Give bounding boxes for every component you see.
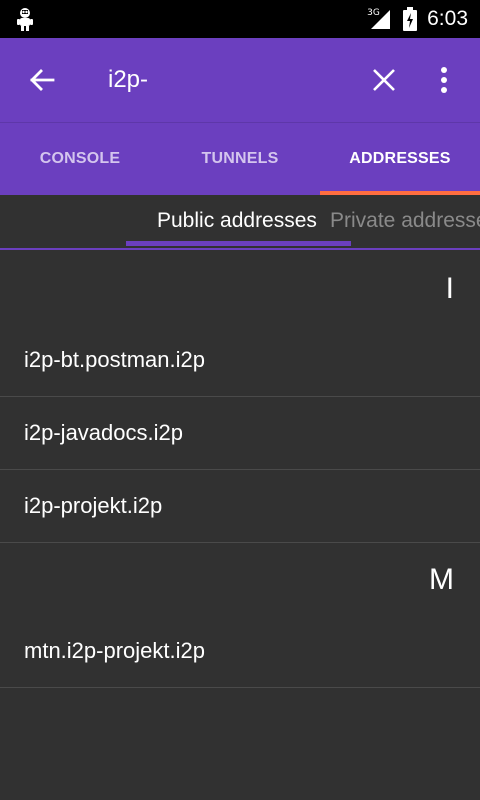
address-name: i2p-javadocs.i2p bbox=[24, 420, 183, 445]
battery-charging-icon bbox=[403, 7, 418, 31]
list-item[interactable]: i2p-projekt.i2p bbox=[0, 470, 480, 543]
clear-search-button[interactable] bbox=[356, 52, 412, 108]
tab-label: ADDRESSES bbox=[349, 150, 451, 167]
address-name: i2p-projekt.i2p bbox=[24, 493, 163, 518]
signal-indicator: 3G bbox=[365, 0, 395, 38]
status-bar: 3G 6:03 bbox=[0, 0, 480, 38]
address-name: i2p-bt.postman.i2p bbox=[24, 347, 205, 372]
address-name: mtn.i2p-projekt.i2p bbox=[24, 638, 205, 663]
section-letter: M bbox=[429, 563, 454, 596]
section-header: I bbox=[0, 252, 480, 324]
search-toolbar bbox=[0, 38, 480, 122]
back-button[interactable] bbox=[14, 52, 70, 108]
signal-icon bbox=[371, 10, 391, 29]
active-subtab-indicator bbox=[126, 241, 351, 246]
more-vert-icon bbox=[441, 67, 447, 93]
subtab-private-addresses[interactable]: Private addresses bbox=[330, 209, 480, 233]
section-letter: I bbox=[445, 272, 454, 305]
tab-label: CONSOLE bbox=[39, 150, 121, 167]
close-icon bbox=[373, 69, 395, 91]
address-list: I i2p-bt.postman.i2p i2p-javadocs.i2p i2… bbox=[0, 252, 480, 800]
overflow-menu-button[interactable] bbox=[420, 52, 468, 108]
list-item[interactable]: i2p-bt.postman.i2p bbox=[0, 324, 480, 397]
clock: 6:03 bbox=[427, 7, 468, 30]
tab-tunnels[interactable]: TUNNELS bbox=[160, 123, 320, 195]
arrow-left-icon bbox=[30, 69, 55, 91]
search-input[interactable] bbox=[108, 58, 348, 102]
section-header: M bbox=[0, 543, 480, 615]
list-item[interactable]: i2p-javadocs.i2p bbox=[0, 397, 480, 470]
tab-addresses[interactable]: ADDRESSES bbox=[320, 123, 480, 195]
i2p-robot-icon bbox=[12, 6, 38, 32]
tab-console[interactable]: CONSOLE bbox=[0, 123, 160, 195]
address-type-tabs: Public addresses Private addresses bbox=[0, 195, 480, 250]
main-tab-bar: CONSOLE TUNNELS ADDRESSES bbox=[0, 122, 480, 195]
list-item[interactable]: mtn.i2p-projekt.i2p bbox=[0, 615, 480, 688]
subtab-public-addresses[interactable]: Public addresses bbox=[157, 209, 317, 233]
tab-label: TUNNELS bbox=[201, 150, 279, 167]
